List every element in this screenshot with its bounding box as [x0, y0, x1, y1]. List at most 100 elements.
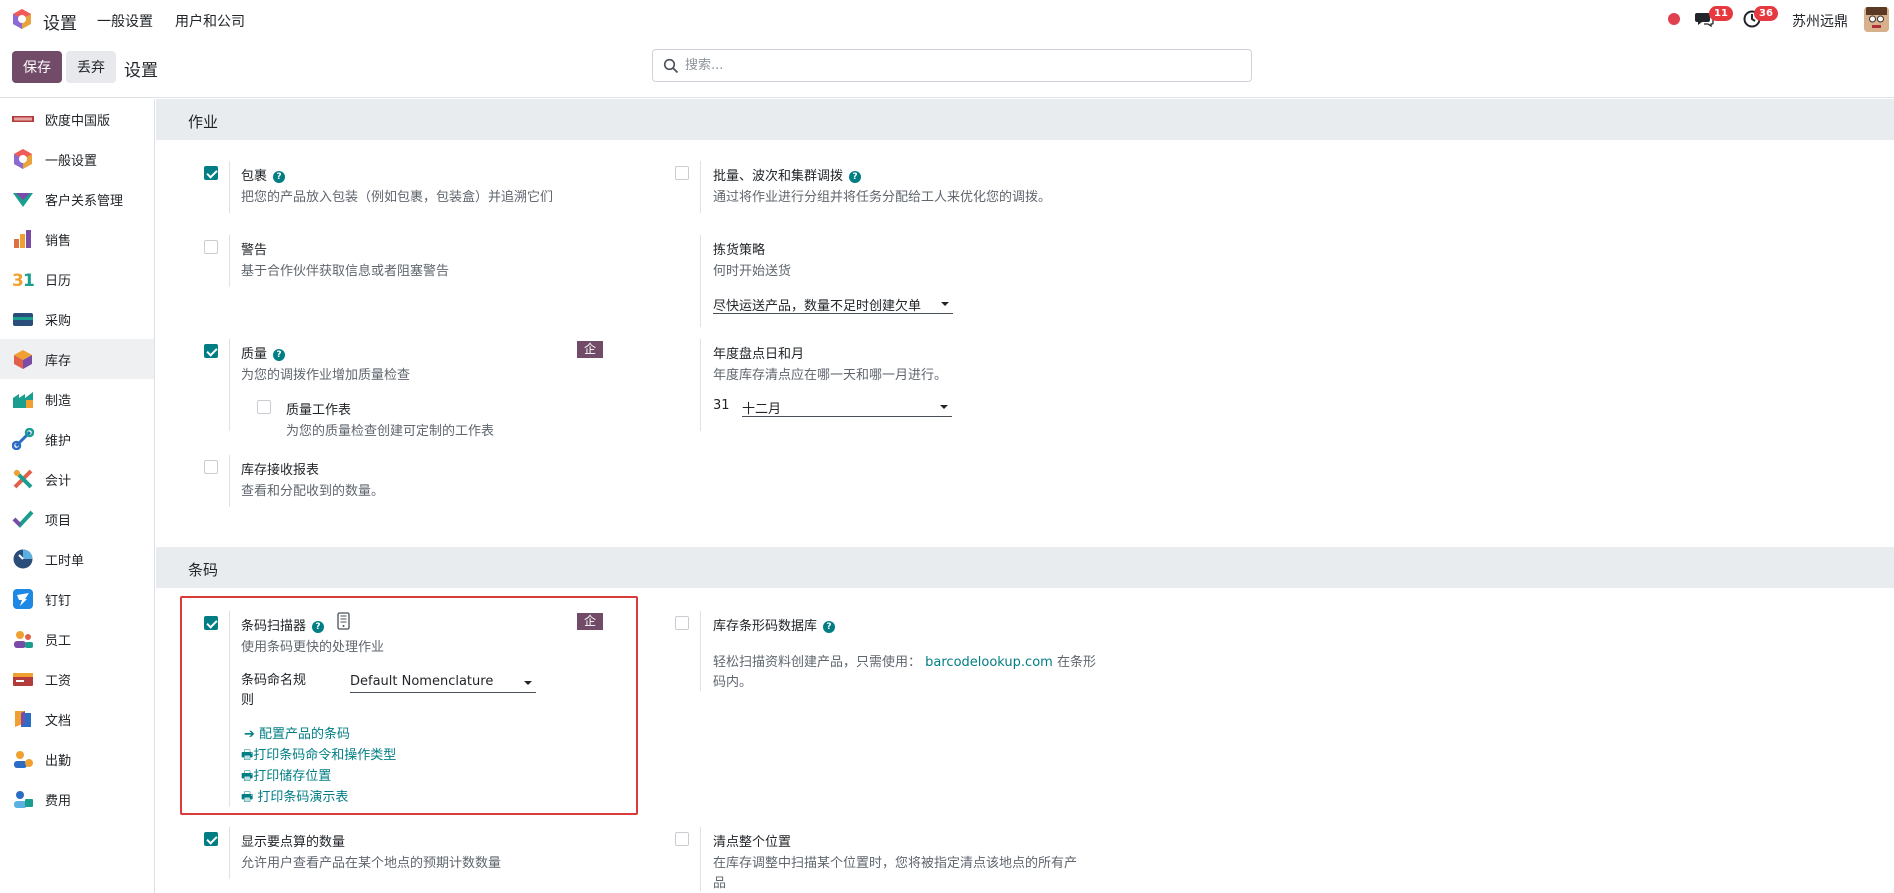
warnings-checkbox[interactable] — [204, 240, 218, 254]
divider — [229, 235, 230, 287]
search-bar[interactable] — [652, 49, 1252, 82]
sidebar-item-label: 钉钉 — [45, 593, 72, 609]
user-avatar[interactable] — [1864, 7, 1889, 32]
sidebar-item-maintenance[interactable]: 维护 — [0, 419, 154, 459]
configure-barcodes-link[interactable]: ➔ 配置产品的条码 — [244, 723, 350, 742]
setting-description: 允许用户查看产品在某个地点的预期计数数量 — [241, 856, 502, 871]
sidebar-item-employees[interactable]: 员工 — [0, 619, 154, 659]
search-icon — [663, 58, 679, 74]
help-icon[interactable]: ? — [273, 349, 286, 361]
dingtalk-icon — [13, 589, 33, 609]
accounting-icon — [13, 469, 33, 489]
batch-checkbox[interactable] — [675, 166, 689, 180]
section-title: 条码 — [188, 561, 219, 579]
discard-button[interactable]: 丢弃 — [66, 51, 116, 83]
setting-description: 通过将作业进行分组并将任务分配给工人来优化您的调拨。 — [713, 190, 1052, 205]
divider — [700, 161, 701, 213]
setting-title: 年度盘点日和月 — [713, 347, 805, 362]
search-input[interactable] — [685, 50, 1240, 81]
nomenclature-label: 条码命名规则 — [241, 673, 307, 708]
setting-title: 质量? — [241, 343, 286, 362]
sidebar-item-documents[interactable]: 文档 — [0, 699, 154, 739]
svg-text:1: 1 — [23, 271, 34, 290]
setting-description: 使用条码更快的处理作业 — [241, 640, 385, 655]
odoo-china-logo-icon — [12, 116, 34, 122]
sidebar-item-inventory[interactable]: 库存 — [0, 339, 154, 379]
packages-checkbox[interactable] — [204, 166, 218, 180]
print-demo-sheet-link[interactable]: 🖶 打印条码演示表 — [241, 786, 348, 810]
sidebar-item-crm[interactable]: 客户关系管理 — [0, 179, 154, 219]
sidebar-item-label: 日历 — [45, 273, 72, 289]
help-icon[interactable]: ? — [849, 171, 862, 183]
printer-icon: 🖶 — [241, 769, 254, 784]
sidebar-item-payroll[interactable]: 工资 — [0, 659, 154, 699]
sidebar-item-label: 出勤 — [45, 753, 72, 769]
top-navbar: 设置 一般设置 用户和公司 11 36 苏州远鼎 — [0, 0, 1894, 38]
annual-day-input[interactable]: 31 — [713, 398, 730, 413]
setting-title: 包裹? — [241, 165, 286, 184]
sidebar-item-dingtalk[interactable]: 钉钉 — [0, 579, 154, 619]
calendar-icon: 31 — [12, 271, 34, 290]
sidebar-item-expenses[interactable]: 费用 — [0, 779, 154, 819]
setting-description: 把您的产品放入包装（例如包裹，包装盒）并追溯它们 — [241, 190, 554, 205]
breadcrumb: 设置 — [124, 61, 158, 81]
picking-policy-select[interactable]: 尽快运送产品，数量不足时创建欠单 — [713, 292, 953, 314]
sidebar-item-label: 工资 — [45, 673, 72, 689]
setting-title: 警告 — [241, 243, 268, 258]
sidebar-item-timesheet[interactable]: 工时单 — [0, 539, 154, 579]
sidebar-item-project[interactable]: 项目 — [0, 499, 154, 539]
annual-month-select[interactable]: 十二月 — [742, 395, 952, 417]
save-button[interactable]: 保存 — [12, 51, 62, 83]
activities-badge: 36 — [1754, 6, 1778, 21]
enterprise-badge: 企业 — [577, 341, 604, 373]
sidebar-item-label: 会计 — [45, 473, 72, 489]
divider — [229, 339, 230, 431]
barcode-scanner-checkbox[interactable] — [204, 616, 218, 630]
nomenclature-select[interactable]: Default Nomenclature — [350, 671, 536, 693]
odoo-logo-icon[interactable] — [11, 8, 33, 30]
odoo-logo-icon — [14, 149, 32, 169]
sidebar-item-label: 项目 — [45, 513, 72, 529]
status-dot-icon[interactable] — [1668, 13, 1680, 25]
menu-general-settings[interactable]: 一般设置 — [97, 11, 153, 31]
app-title[interactable]: 设置 — [43, 9, 77, 34]
show-count-checkbox[interactable] — [204, 832, 218, 846]
sidebar-item-label: 欧度中国版 — [45, 113, 111, 129]
employees-icon — [14, 631, 33, 648]
sidebar-item-accounting[interactable]: 会计 — [0, 459, 154, 499]
count-location-checkbox[interactable] — [675, 832, 689, 846]
sidebar-item-attendance[interactable]: 出勤 — [0, 739, 154, 779]
attendance-icon — [14, 751, 33, 768]
company-switcher[interactable]: 苏州远鼎 — [1792, 11, 1848, 31]
quality-worksheet-checkbox[interactable] — [257, 400, 271, 414]
payroll-icon — [13, 673, 33, 686]
sidebar-item-label: 维护 — [45, 433, 72, 449]
printer-icon: 🖶 — [241, 790, 258, 805]
setting-title: 拣货策略 — [713, 243, 766, 258]
divider — [229, 161, 230, 213]
sidebar-item-calendar[interactable]: 31 日历 — [0, 259, 154, 299]
sidebar-item-label: 费用 — [45, 793, 72, 809]
help-icon[interactable]: ? — [273, 171, 286, 183]
help-icon[interactable]: ? — [823, 621, 836, 633]
arrow-right-icon: ➔ — [244, 727, 260, 742]
sidebar-item-manufacturing[interactable]: 制造 — [0, 379, 154, 419]
inventory-box-icon — [14, 350, 32, 369]
divider — [700, 827, 701, 891]
barcode-database-checkbox[interactable] — [675, 616, 689, 630]
setting-description: 基于合作伙伴获取信息或者阻塞警告 — [241, 264, 450, 279]
reception-report-checkbox[interactable] — [204, 460, 218, 474]
setting-title: 显示要点算的数量 — [241, 835, 346, 850]
quality-checkbox[interactable] — [204, 344, 218, 358]
sidebar-item-general[interactable]: 一般设置 — [0, 139, 154, 179]
sidebar-item-sales[interactable]: 销售 — [0, 219, 154, 259]
barcodelookup-link[interactable]: barcodelookup.com — [925, 655, 1053, 670]
setting-description: 为您的调拨作业增加质量检查 — [241, 368, 411, 383]
menu-users-companies[interactable]: 用户和公司 — [175, 11, 245, 31]
mobile-device-icon — [337, 612, 350, 630]
sidebar-item-odoo-china[interactable]: 欧度中国版 — [0, 99, 154, 139]
sidebar-item-label: 采购 — [45, 313, 72, 329]
sidebar-item-label: 一般设置 — [45, 153, 98, 169]
sidebar-item-purchase[interactable]: 采购 — [0, 299, 154, 339]
help-icon[interactable]: ? — [312, 621, 325, 633]
